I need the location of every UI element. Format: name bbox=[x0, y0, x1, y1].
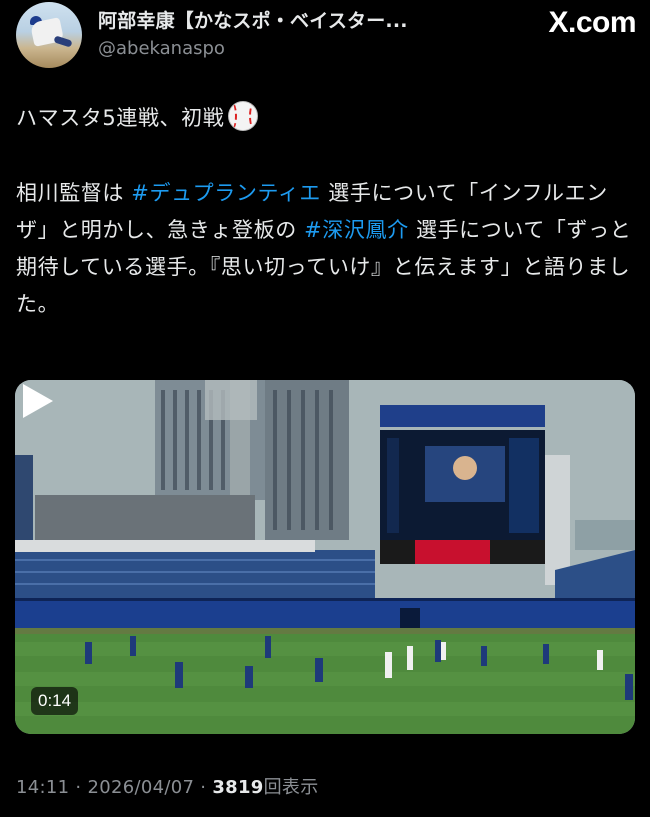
tweet-meta: 14:11 · 2026/04/07 · 3819回表示 bbox=[16, 773, 319, 799]
avatar-legs bbox=[53, 35, 73, 48]
video-frame bbox=[15, 380, 635, 734]
tweet-paragraph-2: 相川監督は #デュプランティエ 選手について「インフルエンザ」と明かし、急きょ登… bbox=[16, 175, 636, 323]
views-label: 回表示 bbox=[263, 777, 319, 798]
baseball-emoji-icon bbox=[228, 101, 259, 131]
views-count: 3819 bbox=[212, 777, 264, 798]
tweet-text: ハマスタ5連戦、初戦 相川監督は #デュプランティエ 選手について「インフルエン… bbox=[16, 100, 636, 323]
tweet-line-1: ハマスタ5連戦、初戦 bbox=[16, 100, 636, 137]
tweet-line-1-text: ハマスタ5連戦、初戦 bbox=[16, 106, 225, 130]
author-handle[interactable]: @abekanaspo bbox=[98, 38, 225, 59]
video-player[interactable]: 0:14 bbox=[15, 380, 635, 734]
avatar[interactable] bbox=[16, 2, 82, 68]
play-icon[interactable] bbox=[15, 380, 57, 422]
meta-separator: · bbox=[75, 777, 82, 798]
video-duration: 0:14 bbox=[31, 687, 79, 715]
tweet-date[interactable]: 2026/04/07 bbox=[87, 777, 194, 798]
hashtag-link-1[interactable]: #デュプランティエ bbox=[131, 181, 321, 205]
tweet-text-part-a: 相川監督は bbox=[16, 181, 132, 205]
tweet-header: 阿部幸康【かなスポ・ベイスター... @abekanaspo X.com bbox=[14, 0, 636, 72]
meta-separator-2: · bbox=[200, 777, 207, 798]
x-logo: X.com bbox=[548, 6, 636, 39]
hashtag-link-2[interactable]: #深沢鳳介 bbox=[304, 218, 409, 242]
author-display-name[interactable]: 阿部幸康【かなスポ・ベイスター... bbox=[98, 6, 478, 33]
tweet-time[interactable]: 14:11 bbox=[16, 777, 69, 798]
